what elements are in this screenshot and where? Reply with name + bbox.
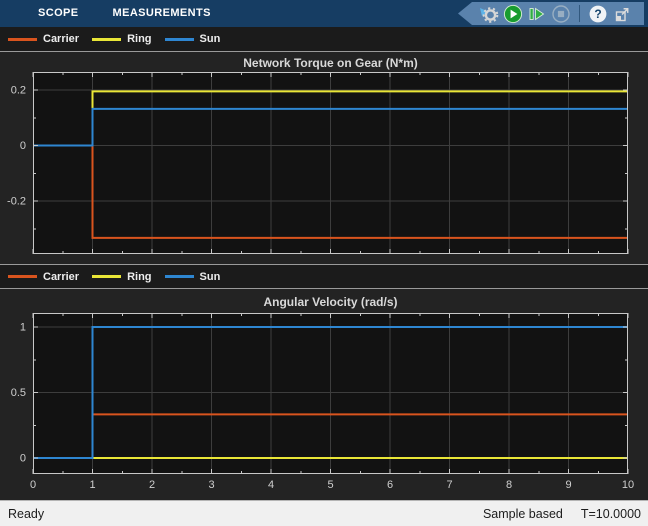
legend-label: Carrier xyxy=(43,33,80,45)
scope-window: SCOPE MEASUREMENTS ? Carrier Ring Sun Ne… xyxy=(0,0,648,526)
legend-item-sun[interactable]: Sun xyxy=(164,33,221,45)
legend-item-carrier[interactable]: Carrier xyxy=(8,271,79,283)
tab-scope[interactable]: SCOPE xyxy=(38,0,79,27)
status-ready-text: Ready xyxy=(8,506,45,521)
legend-strip-velocity: Carrier Ring Sun xyxy=(0,264,648,289)
svg-text:2: 2 xyxy=(149,479,155,491)
step-forward-icon xyxy=(529,7,545,20)
svg-text:?: ? xyxy=(594,7,601,21)
svg-text:0.5: 0.5 xyxy=(11,387,26,399)
svg-text:4: 4 xyxy=(268,479,274,491)
legend-item-carrier[interactable]: Carrier xyxy=(8,33,79,45)
svg-text:10: 10 xyxy=(622,479,634,491)
stop-icon xyxy=(552,4,570,23)
undock-icon xyxy=(615,7,629,21)
toolbar-separator xyxy=(579,5,580,22)
tab-measurements[interactable]: MEASUREMENTS xyxy=(113,0,211,27)
legend-strip-torque: Carrier Ring Sun xyxy=(0,27,648,52)
svg-text:7: 7 xyxy=(446,479,452,491)
carrier-line-swatch xyxy=(8,37,37,41)
run-play-icon xyxy=(503,4,523,23)
legend-label: Sun xyxy=(199,270,221,283)
legend-label: Ring xyxy=(127,33,152,45)
legend-item-ring[interactable]: Ring xyxy=(92,270,152,283)
sun-line-swatch xyxy=(164,37,194,41)
step-forward-button[interactable] xyxy=(527,4,547,24)
torque-plot-axes[interactable]: 0.2 0 -0.2 xyxy=(0,53,648,264)
velocity-plot-axes[interactable]: 1 0.5 0 0 1 2 3 4 5 6 7 8 9 10 xyxy=(0,290,648,500)
carrier-line-swatch xyxy=(8,275,37,278)
svg-text:8: 8 xyxy=(506,479,512,491)
legend-item-sun[interactable]: Sun xyxy=(164,270,221,283)
svg-text:9: 9 xyxy=(565,479,571,491)
status-bar: Ready Sample based T=10.0000 xyxy=(0,500,648,526)
undock-button[interactable] xyxy=(612,4,632,24)
sun-line-swatch xyxy=(164,275,194,278)
simulation-toolbar: ? xyxy=(458,2,644,25)
stop-button[interactable] xyxy=(551,4,571,24)
svg-text:-0.2: -0.2 xyxy=(7,196,26,208)
legend-item-ring[interactable]: Ring xyxy=(92,33,152,45)
simulation-settings-gear-icon xyxy=(480,6,499,23)
svg-text:6: 6 xyxy=(387,479,393,491)
svg-text:3: 3 xyxy=(208,479,214,491)
svg-text:1: 1 xyxy=(89,479,95,491)
svg-text:0: 0 xyxy=(20,140,26,152)
simulation-settings-button[interactable] xyxy=(479,4,499,24)
legend-label: Ring xyxy=(127,270,152,283)
svg-text:5: 5 xyxy=(327,479,333,491)
status-sample-mode: Sample based xyxy=(482,506,563,521)
toolstrip: SCOPE MEASUREMENTS ? xyxy=(0,0,648,27)
help-icon: ? xyxy=(589,5,607,22)
velocity-plot-panel: Angular Velocity (rad/s) 1 0.5 0 0 1 2 3 4 5 6 7 8 9… xyxy=(0,290,648,500)
ring-line-swatch xyxy=(92,275,122,278)
svg-text:1: 1 xyxy=(20,322,26,334)
svg-text:0: 0 xyxy=(20,453,26,465)
help-button[interactable]: ? xyxy=(588,4,608,24)
svg-text:0.2: 0.2 xyxy=(11,85,26,97)
legend-label: Sun xyxy=(199,33,221,45)
torque-plot-panel: Network Torque on Gear (N*m) 0.2 0 -0.2 xyxy=(0,53,648,264)
ring-line-swatch xyxy=(92,37,122,41)
legend-label: Carrier xyxy=(43,270,80,283)
run-button[interactable] xyxy=(503,4,523,24)
svg-text:0: 0 xyxy=(30,479,36,491)
status-sim-time: T=10.0000 xyxy=(580,506,641,521)
